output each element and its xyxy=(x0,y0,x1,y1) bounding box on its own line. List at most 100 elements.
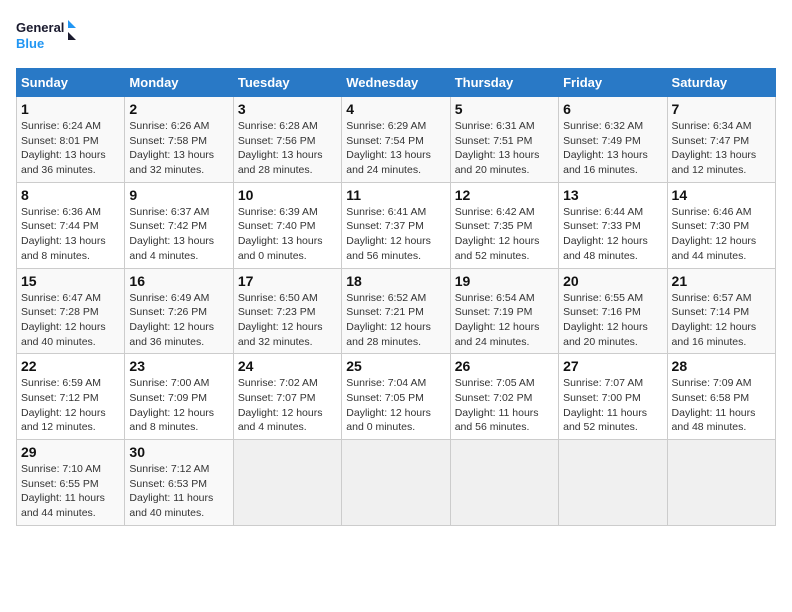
sunrise-label: Sunrise: 6:37 AM xyxy=(129,206,209,218)
day-info: Sunrise: 6:37 AM Sunset: 7:42 PM Dayligh… xyxy=(129,205,228,264)
day-number: 5 xyxy=(455,101,554,117)
day-info: Sunrise: 7:12 AM Sunset: 6:53 PM Dayligh… xyxy=(129,462,228,521)
day-info: Sunrise: 7:09 AM Sunset: 6:58 PM Dayligh… xyxy=(672,376,771,435)
calendar-cell xyxy=(667,440,775,526)
calendar-cell: 30 Sunrise: 7:12 AM Sunset: 6:53 PM Dayl… xyxy=(125,440,233,526)
day-info: Sunrise: 6:39 AM Sunset: 7:40 PM Dayligh… xyxy=(238,205,337,264)
sunset-label: Sunset: 7:09 PM xyxy=(129,392,207,404)
sunset-label: Sunset: 7:28 PM xyxy=(21,306,99,318)
day-number: 21 xyxy=(672,273,771,289)
day-info: Sunrise: 7:04 AM Sunset: 7:05 PM Dayligh… xyxy=(346,376,445,435)
sunset-label: Sunset: 8:01 PM xyxy=(21,135,99,147)
weekday-header-wednesday: Wednesday xyxy=(342,69,450,97)
sunrise-label: Sunrise: 6:59 AM xyxy=(21,377,101,389)
day-info: Sunrise: 7:00 AM Sunset: 7:09 PM Dayligh… xyxy=(129,376,228,435)
calendar-week-3: 15 Sunrise: 6:47 AM Sunset: 7:28 PM Dayl… xyxy=(17,268,776,354)
day-number: 19 xyxy=(455,273,554,289)
day-number: 14 xyxy=(672,187,771,203)
sunrise-label: Sunrise: 7:12 AM xyxy=(129,463,209,475)
sunrise-label: Sunrise: 6:28 AM xyxy=(238,120,318,132)
calendar-cell: 4 Sunrise: 6:29 AM Sunset: 7:54 PM Dayli… xyxy=(342,97,450,183)
sunrise-label: Sunrise: 6:47 AM xyxy=(21,292,101,304)
sunrise-label: Sunrise: 6:46 AM xyxy=(672,206,752,218)
sunset-label: Sunset: 7:35 PM xyxy=(455,220,533,232)
daylight-label: Daylight: 13 hours and 28 minutes. xyxy=(238,149,323,176)
day-info: Sunrise: 6:41 AM Sunset: 7:37 PM Dayligh… xyxy=(346,205,445,264)
day-number: 10 xyxy=(238,187,337,203)
day-info: Sunrise: 6:34 AM Sunset: 7:47 PM Dayligh… xyxy=(672,119,771,178)
daylight-label: Daylight: 11 hours and 44 minutes. xyxy=(21,492,105,519)
day-info: Sunrise: 6:49 AM Sunset: 7:26 PM Dayligh… xyxy=(129,291,228,350)
sunset-label: Sunset: 7:54 PM xyxy=(346,135,424,147)
day-info: Sunrise: 7:05 AM Sunset: 7:02 PM Dayligh… xyxy=(455,376,554,435)
calendar-cell: 12 Sunrise: 6:42 AM Sunset: 7:35 PM Dayl… xyxy=(450,182,558,268)
sunrise-label: Sunrise: 6:32 AM xyxy=(563,120,643,132)
sunset-label: Sunset: 6:55 PM xyxy=(21,478,99,490)
sunset-label: Sunset: 7:07 PM xyxy=(238,392,316,404)
sunset-label: Sunset: 7:49 PM xyxy=(563,135,641,147)
logo-svg: General Blue xyxy=(16,16,76,56)
day-number: 16 xyxy=(129,273,228,289)
sunset-label: Sunset: 7:19 PM xyxy=(455,306,533,318)
sunrise-label: Sunrise: 6:50 AM xyxy=(238,292,318,304)
day-info: Sunrise: 6:50 AM Sunset: 7:23 PM Dayligh… xyxy=(238,291,337,350)
daylight-label: Daylight: 13 hours and 12 minutes. xyxy=(672,149,757,176)
sunrise-label: Sunrise: 6:49 AM xyxy=(129,292,209,304)
day-info: Sunrise: 6:55 AM Sunset: 7:16 PM Dayligh… xyxy=(563,291,662,350)
day-info: Sunrise: 7:02 AM Sunset: 7:07 PM Dayligh… xyxy=(238,376,337,435)
calendar-cell: 3 Sunrise: 6:28 AM Sunset: 7:56 PM Dayli… xyxy=(233,97,341,183)
calendar-cell: 24 Sunrise: 7:02 AM Sunset: 7:07 PM Dayl… xyxy=(233,354,341,440)
day-number: 28 xyxy=(672,358,771,374)
day-number: 2 xyxy=(129,101,228,117)
daylight-label: Daylight: 12 hours and 20 minutes. xyxy=(563,321,648,348)
day-info: Sunrise: 6:46 AM Sunset: 7:30 PM Dayligh… xyxy=(672,205,771,264)
day-info: Sunrise: 6:57 AM Sunset: 7:14 PM Dayligh… xyxy=(672,291,771,350)
daylight-label: Daylight: 11 hours and 48 minutes. xyxy=(672,407,756,434)
calendar-cell: 10 Sunrise: 6:39 AM Sunset: 7:40 PM Dayl… xyxy=(233,182,341,268)
day-info: Sunrise: 6:59 AM Sunset: 7:12 PM Dayligh… xyxy=(21,376,120,435)
calendar-cell: 28 Sunrise: 7:09 AM Sunset: 6:58 PM Dayl… xyxy=(667,354,775,440)
sunset-label: Sunset: 7:33 PM xyxy=(563,220,641,232)
calendar-cell: 6 Sunrise: 6:32 AM Sunset: 7:49 PM Dayli… xyxy=(559,97,667,183)
day-number: 1 xyxy=(21,101,120,117)
day-number: 6 xyxy=(563,101,662,117)
sunset-label: Sunset: 7:00 PM xyxy=(563,392,641,404)
sunset-label: Sunset: 7:30 PM xyxy=(672,220,750,232)
calendar-cell: 29 Sunrise: 7:10 AM Sunset: 6:55 PM Dayl… xyxy=(17,440,125,526)
sunset-label: Sunset: 7:58 PM xyxy=(129,135,207,147)
sunset-label: Sunset: 7:40 PM xyxy=(238,220,316,232)
sunset-label: Sunset: 7:42 PM xyxy=(129,220,207,232)
day-info: Sunrise: 6:42 AM Sunset: 7:35 PM Dayligh… xyxy=(455,205,554,264)
daylight-label: Daylight: 12 hours and 4 minutes. xyxy=(238,407,323,434)
logo: General Blue xyxy=(16,16,76,56)
daylight-label: Daylight: 12 hours and 0 minutes. xyxy=(346,407,431,434)
day-number: 25 xyxy=(346,358,445,374)
sunset-label: Sunset: 7:47 PM xyxy=(672,135,750,147)
day-number: 22 xyxy=(21,358,120,374)
sunset-label: Sunset: 6:58 PM xyxy=(672,392,750,404)
day-number: 4 xyxy=(346,101,445,117)
calendar-cell: 26 Sunrise: 7:05 AM Sunset: 7:02 PM Dayl… xyxy=(450,354,558,440)
daylight-label: Daylight: 12 hours and 48 minutes. xyxy=(563,235,648,262)
sunset-label: Sunset: 7:26 PM xyxy=(129,306,207,318)
day-number: 27 xyxy=(563,358,662,374)
daylight-label: Daylight: 12 hours and 8 minutes. xyxy=(129,407,214,434)
daylight-label: Daylight: 12 hours and 56 minutes. xyxy=(346,235,431,262)
calendar-week-2: 8 Sunrise: 6:36 AM Sunset: 7:44 PM Dayli… xyxy=(17,182,776,268)
daylight-label: Daylight: 12 hours and 52 minutes. xyxy=(455,235,540,262)
page-header: General Blue xyxy=(16,16,776,56)
daylight-label: Daylight: 12 hours and 12 minutes. xyxy=(21,407,106,434)
day-number: 29 xyxy=(21,444,120,460)
daylight-label: Daylight: 11 hours and 56 minutes. xyxy=(455,407,539,434)
sunset-label: Sunset: 7:56 PM xyxy=(238,135,316,147)
sunrise-label: Sunrise: 7:09 AM xyxy=(672,377,752,389)
day-number: 13 xyxy=(563,187,662,203)
sunrise-label: Sunrise: 6:39 AM xyxy=(238,206,318,218)
sunset-label: Sunset: 7:12 PM xyxy=(21,392,99,404)
sunset-label: Sunset: 7:44 PM xyxy=(21,220,99,232)
calendar-cell: 17 Sunrise: 6:50 AM Sunset: 7:23 PM Dayl… xyxy=(233,268,341,354)
weekday-header-sunday: Sunday xyxy=(17,69,125,97)
sunrise-label: Sunrise: 6:24 AM xyxy=(21,120,101,132)
sunrise-label: Sunrise: 7:04 AM xyxy=(346,377,426,389)
daylight-label: Daylight: 13 hours and 4 minutes. xyxy=(129,235,214,262)
